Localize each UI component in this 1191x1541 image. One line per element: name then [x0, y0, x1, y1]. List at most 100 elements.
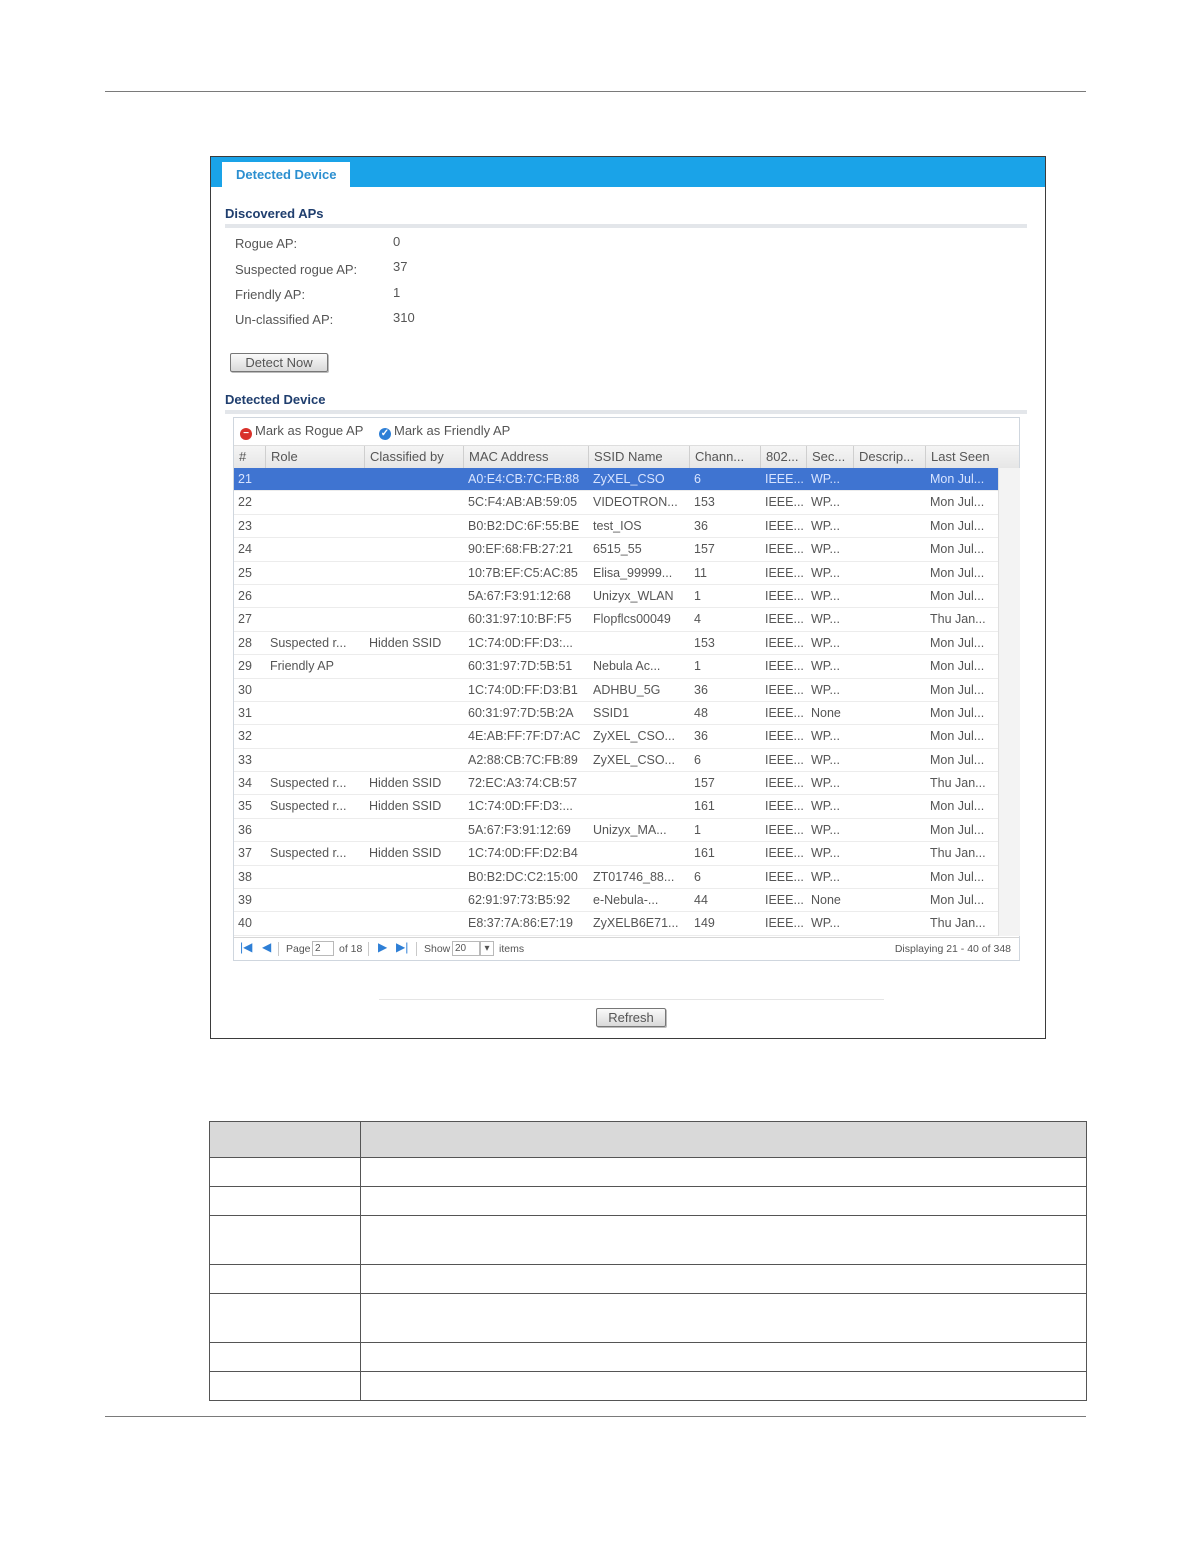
- cell-mac-address: 60:31:97:7D:5B:51: [468, 659, 573, 674]
- mark-rogue-ap-button[interactable]: − Mark as Rogue AP: [240, 423, 363, 440]
- cell-classified-by: [365, 655, 464, 677]
- table-row[interactable]: 32 4E:AB:FF:7F:D7:AC ZyXEL_CSO... 36 IEEE...…: [234, 725, 998, 749]
- cell-classified-by: [365, 749, 464, 771]
- first-page-icon[interactable]: |◀: [240, 940, 252, 954]
- cell-role: Suspected r...: [270, 635, 347, 650]
- table-cell: [360, 1371, 1087, 1401]
- cell-row-number: 40: [238, 916, 252, 931]
- cell-ssid-name: Unizyx_WLAN: [593, 588, 674, 603]
- pager-separator: [416, 942, 417, 956]
- cell-description: [854, 842, 926, 864]
- cell-role: [266, 912, 365, 934]
- cell-role: [266, 749, 365, 771]
- cell-classified-by: Hidden SSID: [369, 799, 442, 814]
- refresh-button[interactable]: Refresh: [596, 1008, 666, 1027]
- table-row[interactable]: 23 B0:B2:DC:6F:55:BE test_IOS 36 IEEE... WP..…: [234, 515, 998, 539]
- cell-last-seen: Mon Jul...: [930, 565, 985, 580]
- column-header-security[interactable]: Sec...: [807, 446, 854, 468]
- chevron-down-icon[interactable]: ▾: [480, 941, 494, 956]
- mark-friendly-ap-button[interactable]: ✓ Mark as Friendly AP: [379, 423, 510, 440]
- column-header-mac-address[interactable]: MAC Address: [464, 446, 589, 468]
- table-row[interactable]: 30 1C:74:0D:FF:D3:B1 ADHBU_5G 36 IEEE... WP..…: [234, 679, 998, 702]
- mark-friendly-ap-label: Mark as Friendly AP: [394, 423, 511, 438]
- column-header-classified-by[interactable]: Classified by: [365, 446, 464, 468]
- cell-security: WP...: [811, 588, 840, 603]
- mark-rogue-ap-label: Mark as Rogue AP: [255, 423, 364, 438]
- cell-ieee-802: IEEE...: [765, 869, 804, 884]
- table-row[interactable]: 26 5A:67:F3:91:12:68 Unizyx_WLAN 1 IEEE... WP…: [234, 585, 998, 609]
- table-cell: [209, 1157, 361, 1187]
- cell-last-seen: Mon Jul...: [930, 682, 985, 697]
- last-page-icon[interactable]: ▶|: [396, 940, 408, 954]
- table-cell: [360, 1264, 1087, 1294]
- suspected-rogue-ap-value: 37: [393, 259, 408, 274]
- table-row[interactable]: 29 Friendly AP 60:31:97:7D:5B:51 Nebula Ac.…: [234, 655, 998, 679]
- table-row[interactable]: 39 62:91:97:73:B5:92 e-Nebula-... 44 IEEE...…: [234, 889, 998, 913]
- table-row[interactable]: 38 B0:B2:DC:C2:15:00 ZT01746_88... 6 IEEE...…: [234, 866, 998, 890]
- discovered-aps-title: Discovered APs: [225, 206, 324, 221]
- cell-security: WP...: [811, 565, 840, 580]
- cell-security: WP...: [811, 822, 840, 837]
- cell-ssid-name: ZyXEL_CSO...: [593, 752, 675, 767]
- vertical-scrollbar[interactable]: [998, 468, 1020, 936]
- cell-channel: 153: [694, 495, 715, 510]
- detect-now-button[interactable]: Detect Now: [230, 353, 328, 372]
- cell-role: [266, 585, 365, 607]
- table-row[interactable]: 40 E8:37:7A:86:E7:19 ZyXELB6E71... 149 IEEE.…: [234, 912, 998, 936]
- table-row[interactable]: 25 10:7B:EF:C5:AC:85 Elisa_99999... 11 IEEE.…: [234, 562, 998, 585]
- column-header-last-seen[interactable]: Last Seen: [926, 446, 1019, 468]
- table-row[interactable]: 27 60:31:97:10:BF:F5 Flopflcs00049 4 IEEE...…: [234, 608, 998, 632]
- table-row: [209, 1215, 1087, 1265]
- page-size-select[interactable]: 20: [452, 941, 480, 956]
- cell-mac-address: E8:37:7A:86:E7:19: [468, 916, 573, 931]
- next-page-icon[interactable]: ▶: [378, 940, 387, 954]
- table-cell: [209, 1186, 361, 1216]
- cell-ieee-802: IEEE...: [765, 752, 804, 767]
- table-row[interactable]: 34 Suspected r... Hidden SSID 72:EC:A3:74:C…: [234, 772, 998, 796]
- pager-separator: [368, 942, 369, 956]
- column-header-802[interactable]: 802...: [761, 446, 807, 468]
- page-top-rule: [105, 91, 1086, 92]
- cell-classified-by: [365, 538, 464, 560]
- table-row[interactable]: 35 Suspected r... Hidden SSID 1C:74:0D:FF:D…: [234, 795, 998, 819]
- cell-channel: 6: [694, 869, 701, 884]
- cell-channel: 36: [694, 729, 708, 744]
- column-header-number[interactable]: #: [234, 446, 266, 468]
- cell-security: WP...: [811, 495, 840, 510]
- cell-role: [266, 468, 365, 490]
- cell-role: [266, 491, 365, 513]
- table-cell: [209, 1371, 361, 1401]
- column-header-description[interactable]: Descrip...: [854, 446, 926, 468]
- cell-ieee-802: IEEE...: [765, 612, 804, 627]
- table-row[interactable]: 24 90:EF:68:FB:27:21 6515_55 157 IEEE... WP..…: [234, 538, 998, 562]
- column-header-channel[interactable]: Chann...: [690, 446, 761, 468]
- table-row[interactable]: 31 60:31:97:7D:5B:2A SSID1 48 IEEE... None Mon…: [234, 702, 998, 726]
- table-row[interactable]: 28 Suspected r... Hidden SSID 1C:74:0D:FF:D…: [234, 632, 998, 656]
- cell-channel: 149: [694, 916, 715, 931]
- tab-detected-device[interactable]: Detected Device: [222, 162, 351, 187]
- column-header-ssid-name[interactable]: SSID Name: [589, 446, 690, 468]
- column-header-role[interactable]: Role: [266, 446, 365, 468]
- cell-last-seen: Mon Jul...: [930, 472, 985, 486]
- friendly-ap-value: 1: [393, 285, 401, 300]
- cell-last-seen: Mon Jul...: [930, 705, 985, 720]
- cell-security: WP...: [811, 542, 840, 557]
- cell-ieee-802: IEEE...: [765, 822, 804, 837]
- table-cell: [209, 1215, 361, 1265]
- previous-page-icon[interactable]: ◀: [262, 940, 271, 954]
- cell-role: [266, 819, 365, 841]
- cell-classified-by: [365, 679, 464, 701]
- table-row[interactable]: 22 5C:F4:AB:AB:59:05 VIDEOTRON... 153 IEEE..…: [234, 491, 998, 515]
- table-row[interactable]: 33 A2:88:CB:7C:FB:89 ZyXEL_CSO... 6 IEEE... W…: [234, 749, 998, 773]
- section-divider: [225, 410, 1027, 414]
- table-row[interactable]: 21 A0:E4:CB:7C:FB:88 ZyXEL_CSO 6 IEEE... WP..…: [234, 468, 998, 492]
- table-cell: [209, 1293, 361, 1343]
- table-row[interactable]: 36 5A:67:F3:91:12:69 Unizyx_MA... 1 IEEE... W…: [234, 819, 998, 843]
- table-row[interactable]: 37 Suspected r... Hidden SSID 1C:74:0D:FF:D…: [234, 842, 998, 866]
- cell-description: [854, 702, 926, 724]
- footer-divider: [379, 999, 884, 1000]
- table-cell: [360, 1342, 1087, 1372]
- cell-mac-address: 90:EF:68:FB:27:21: [468, 542, 573, 557]
- page-number-input[interactable]: 2: [312, 941, 334, 956]
- cell-ieee-802: IEEE...: [765, 659, 804, 674]
